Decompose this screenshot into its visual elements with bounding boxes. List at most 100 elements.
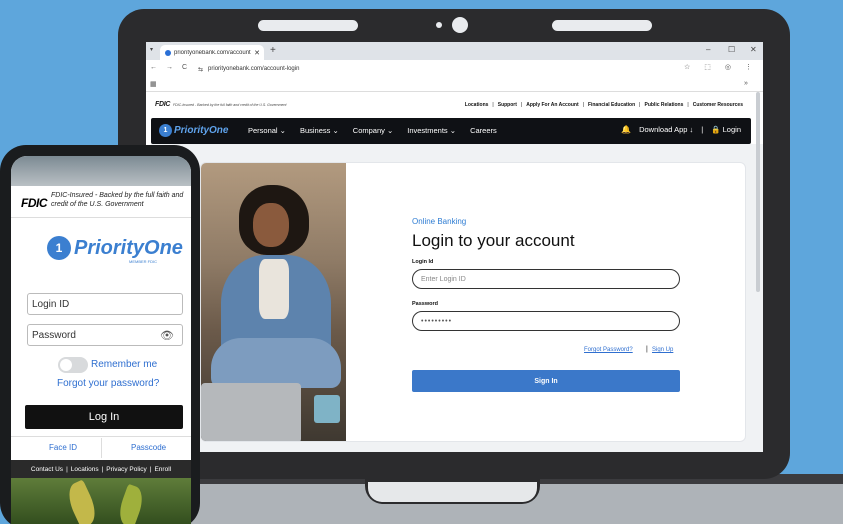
nav-separator: | <box>701 125 704 134</box>
footer-separator: | <box>149 465 152 473</box>
address-bar-row: ← → C ⇆ priorityonebank.com/account-logi… <box>146 60 763 78</box>
top-link-apply[interactable]: Apply For An Account <box>526 102 578 108</box>
top-link-locations[interactable]: Locations <box>465 102 489 108</box>
laptop-bezel-pill-right <box>552 20 652 31</box>
toggle-knob <box>60 359 72 371</box>
bookmark-star-icon[interactable]: ☆ <box>684 63 690 71</box>
tab-close-icon[interactable]: ✕ <box>254 49 264 57</box>
maximize-icon[interactable]: ☐ <box>728 45 735 54</box>
footer-separator: | <box>101 465 104 473</box>
site-logo[interactable]: 1 PriorityOne <box>159 124 228 137</box>
phone-login-button[interactable]: Log In <box>25 405 183 429</box>
bookmarks-more-icon[interactable]: » <box>744 80 748 87</box>
site-info-icon[interactable]: ⇆ <box>198 66 203 73</box>
phone-fdic-bar: FDIC FDIC-Insured - Backed by the full f… <box>11 186 191 218</box>
fdic-logo: FDIC <box>155 101 171 108</box>
laptop-notch-inner <box>368 482 537 502</box>
tab-search-icon[interactable]: ▾ <box>150 46 153 53</box>
camera-icon <box>452 17 468 33</box>
footer-contact-us[interactable]: Contact Us <box>31 466 63 473</box>
url-text: priorityonebank.com/account-login <box>208 66 300 72</box>
fdic-notice: FDIC-Insured - Backed by the full faith … <box>173 103 287 107</box>
phone-password-input[interactable]: Password 👁 <box>27 324 183 346</box>
sign-up-link[interactable]: Sign Up <box>652 347 673 353</box>
password-input[interactable]: ••••••••• <box>412 311 680 331</box>
nav-right: 🔔 Download App ↓ | 🔒 Login <box>621 125 741 134</box>
browser-tab[interactable]: priorityonebank.com/account-l ✕ <box>160 45 264 60</box>
phone-forgot-password-link[interactable]: Forgot your password? <box>57 378 159 389</box>
sign-in-button[interactable]: Sign In <box>412 370 680 392</box>
bookmarks-bar: ▦ » <box>146 78 763 92</box>
phone-logo: 1 PriorityOne <box>47 236 183 260</box>
profile-icon[interactable]: ◎ <box>725 63 731 71</box>
member-fdic-text: MEMBER FDIC <box>129 259 157 264</box>
top-link-support[interactable]: Support <box>498 102 517 108</box>
forward-icon[interactable]: → <box>166 64 173 71</box>
menu-icon[interactable]: ⋮ <box>745 63 752 71</box>
phone-login-id-input[interactable]: Login ID <box>27 293 183 315</box>
photo-jeans <box>211 338 341 388</box>
page-title: Login to your account <box>412 231 575 250</box>
top-link-financial-education[interactable]: Financial Education <box>588 102 635 108</box>
photo-mug <box>314 395 340 423</box>
phone-status-area <box>11 156 191 186</box>
url-field[interactable]: ⇆ priorityonebank.com/account-login <box>198 63 668 75</box>
phone-footer: Contact Us | Locations | Privacy Policy … <box>11 460 191 478</box>
footer-locations[interactable]: Locations <box>71 466 99 473</box>
hero-photo <box>201 163 346 441</box>
favicon-icon <box>165 49 171 56</box>
logo-text: PriorityOne <box>174 125 229 136</box>
laptop-bezel-pill-left <box>258 20 358 31</box>
main-nav: 1 PriorityOne Personal ⌄ Business ⌄ Comp… <box>151 118 751 144</box>
login-card: Online Banking Login to your account Log… <box>200 162 746 442</box>
download-app-button[interactable]: Download App ↓ <box>639 125 693 134</box>
bell-icon[interactable]: 🔔 <box>621 125 631 134</box>
top-link-customer-resources[interactable]: Customer Resources <box>693 102 743 108</box>
apps-icon[interactable]: ▦ <box>150 80 157 88</box>
camera-dot <box>436 22 442 28</box>
phone-divider <box>11 436 191 437</box>
logo-mark-icon: 1 <box>159 124 172 137</box>
password-label: Password <box>412 301 438 307</box>
login-form: Online Banking Login to your account Log… <box>412 163 712 441</box>
close-window-icon[interactable]: ✕ <box>750 45 757 54</box>
browser-toolbar-right: ☆ ⬚ ◎ ⋮ <box>684 63 752 71</box>
login-button[interactable]: 🔒 Login <box>711 125 741 134</box>
page-content: Online Banking Login to your account Log… <box>151 144 763 452</box>
extensions-icon[interactable]: ⬚ <box>704 63 711 71</box>
footer-separator: | <box>66 465 68 473</box>
footer-enroll[interactable]: Enroll <box>154 466 171 473</box>
face-id-button[interactable]: Face ID <box>49 443 77 452</box>
nav-company[interactable]: Company ⌄ <box>353 126 393 135</box>
new-tab-button[interactable]: + <box>270 45 276 56</box>
nav-personal[interactable]: Personal ⌄ <box>248 126 286 135</box>
phone-logo-text: PriorityOne <box>74 236 183 259</box>
login-id-input[interactable]: Enter Login ID <box>412 269 680 289</box>
tab-title: priorityonebank.com/account-l <box>174 49 252 56</box>
photo-face <box>253 203 289 247</box>
nav-business[interactable]: Business ⌄ <box>300 126 339 135</box>
phone-plant-photo <box>11 478 191 524</box>
nav-investments[interactable]: Investments ⌄ <box>407 126 456 135</box>
laptop-screen: ▾ priorityonebank.com/account-l ✕ + – ☐ … <box>146 42 763 452</box>
phone-vertical-divider <box>101 438 102 458</box>
login-id-label: Login Id <box>412 259 434 265</box>
eye-icon[interactable]: 👁 <box>160 329 174 342</box>
phone-fdic-notice: FDIC-Insured - Backed by the full faith … <box>51 192 184 208</box>
footer-privacy-policy[interactable]: Privacy Policy <box>106 466 146 473</box>
nav-buttons: ← → C <box>150 64 187 71</box>
page-scrollbar[interactable] <box>756 92 760 292</box>
nav-menu: Personal ⌄ Business ⌄ Company ⌄ Investme… <box>248 126 497 135</box>
nav-careers[interactable]: Careers <box>470 126 497 135</box>
top-link-public-relations[interactable]: Public Relations <box>644 102 683 108</box>
minimize-icon[interactable]: – <box>706 45 710 54</box>
phone-logo-mark-icon: 1 <box>47 236 71 260</box>
reload-icon[interactable]: C <box>182 64 187 71</box>
photo-laptop <box>201 383 301 441</box>
top-links: Locations | Support | Apply For An Account… <box>464 102 743 108</box>
passcode-button[interactable]: Passcode <box>131 443 166 452</box>
forgot-password-link[interactable]: Forgot Password? <box>584 347 633 353</box>
back-icon[interactable]: ← <box>150 64 157 71</box>
section-label: Online Banking <box>412 217 467 226</box>
remember-me-label[interactable]: Remember me <box>91 359 157 370</box>
